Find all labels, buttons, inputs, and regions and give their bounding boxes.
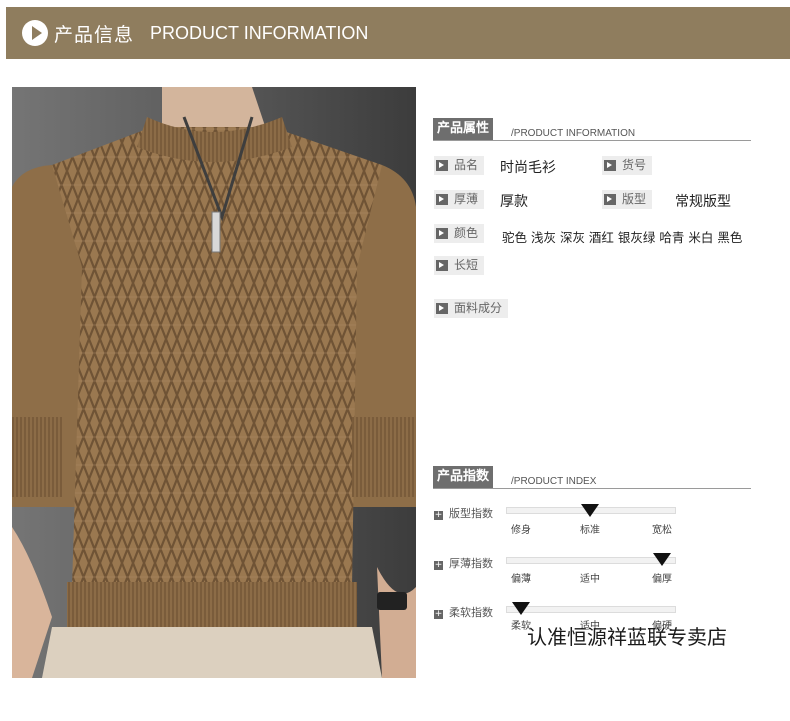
product-photo xyxy=(12,87,416,678)
header-banner: 产品信息 PRODUCT INFORMATION xyxy=(6,7,790,59)
plus-icon: + xyxy=(434,510,443,520)
header-title-en: PRODUCT INFORMATION xyxy=(150,22,369,43)
product-info-header: 产品属性 /PRODUCT INFORMATION xyxy=(433,118,751,141)
thickness-index-pointer xyxy=(653,553,671,566)
thickness-value: 厚款 xyxy=(500,194,528,210)
header-title-cn: 产品信息 xyxy=(54,23,135,46)
fit-index-pointer xyxy=(581,504,599,517)
softness-index-pointer xyxy=(512,602,530,615)
fabric-label: 面料成分 xyxy=(434,299,509,318)
thickness-index-label: + 厚薄指数 xyxy=(434,557,493,570)
fit-index-tick-2: 标准 xyxy=(580,525,600,536)
softness-index-label: + 柔软指数 xyxy=(434,606,493,619)
sweater-illustration xyxy=(12,87,416,678)
play-arrow-icon xyxy=(22,20,48,46)
product-index-tag: 产品指数 xyxy=(433,466,494,488)
plus-icon: + xyxy=(434,609,443,619)
softness-index-track xyxy=(506,606,676,613)
thickness-index-track xyxy=(506,557,676,564)
thickness-index-tick-2: 适中 xyxy=(580,574,600,585)
plus-icon: + xyxy=(434,560,443,570)
fit-index-label: + 版型指数 xyxy=(434,507,493,520)
color-label: 颜色 xyxy=(434,224,485,243)
name-label: 品名 xyxy=(434,156,485,175)
product-info-tag-en: /PRODUCT INFORMATION xyxy=(511,128,636,139)
sku-label: 货号 xyxy=(602,156,653,175)
fit-index-tick-3: 宽松 xyxy=(652,525,672,536)
length-label: 长短 xyxy=(434,256,485,275)
product-index-tag-en: /PRODUCT INDEX xyxy=(511,476,597,487)
product-index-header: 产品指数 /PRODUCT INDEX xyxy=(433,466,751,489)
color-value: 驼色 浅灰 深灰 酒红 银灰绿 哈青 米白 黑色 xyxy=(502,230,743,245)
product-info-tag: 产品属性 xyxy=(433,118,494,140)
store-watermark: 认准恒源祥蓝联专卖店 xyxy=(527,625,727,649)
fit-label: 版型 xyxy=(602,190,653,209)
fit-value: 常规版型 xyxy=(675,194,731,210)
thickness-index-tick-1: 偏薄 xyxy=(511,574,531,585)
fit-index-tick-1: 修身 xyxy=(511,525,531,536)
thickness-index-tick-3: 偏厚 xyxy=(652,574,672,585)
name-value: 时尚毛衫 xyxy=(500,160,556,176)
thickness-label: 厚薄 xyxy=(434,190,485,209)
